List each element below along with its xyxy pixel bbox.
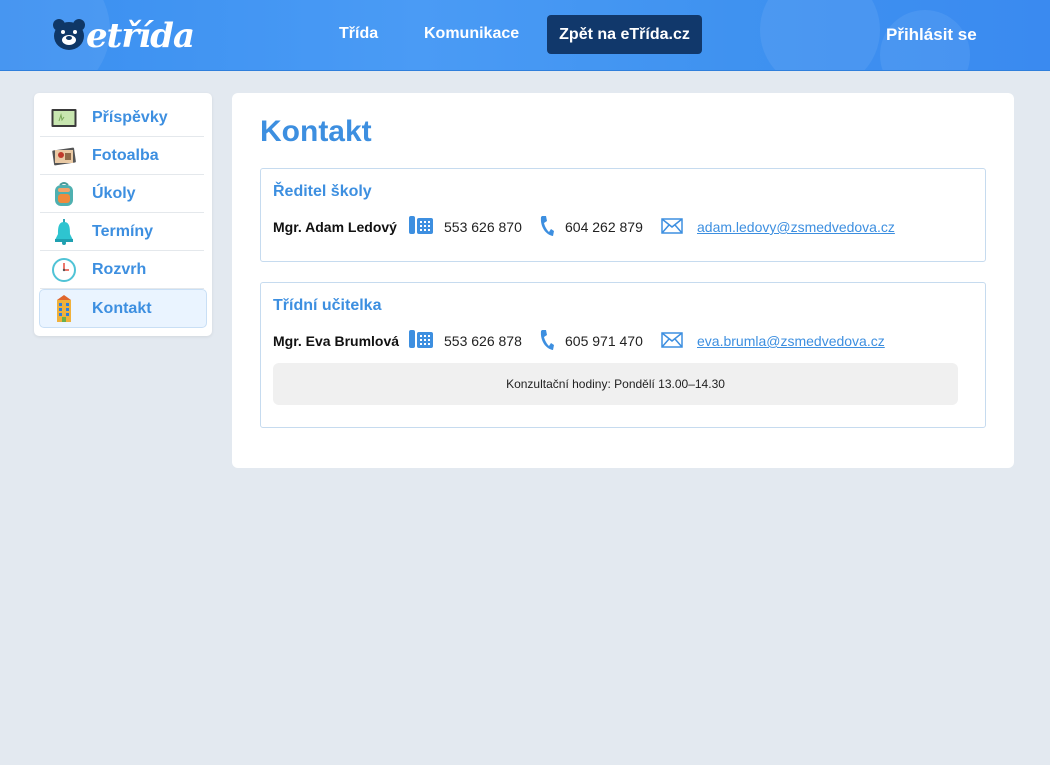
sidebar-item-label: Příspěvky (92, 108, 168, 126)
desk-phone-icon (409, 216, 433, 234)
contact-phone: 553 626 878 (444, 333, 522, 349)
sidebar-item-prispevky[interactable]: Příspěvky (40, 99, 204, 137)
main-content: Kontakt Ředitel školy Mgr. Adam Ledový 5… (232, 93, 1014, 468)
contact-role: Třídní učitelka (273, 297, 382, 314)
desk-phone-icon (409, 330, 433, 348)
consultation-hours-note: Konzultační hodiny: Pondělí 13.00–14.30 (273, 363, 958, 405)
contact-role: Ředitel školy (273, 183, 372, 200)
contact-row: Mgr. Eva Brumlová 553 626 878 605 971 47… (273, 329, 973, 353)
photo-album-icon (51, 143, 77, 169)
top-header: etřída Třída Komunikace Zpět na eTřída.c… (0, 0, 1050, 71)
bear-icon (53, 19, 85, 50)
page-title: Kontakt (260, 115, 372, 148)
header-decoration (760, 0, 880, 70)
contact-card-principal: Ředitel školy Mgr. Adam Ledový 553 626 8… (260, 168, 986, 262)
contact-mobile: 604 262 879 (565, 219, 643, 235)
school-building-icon (51, 294, 77, 322)
contact-phone: 553 626 870 (444, 219, 522, 235)
mail-icon (661, 218, 683, 234)
contact-mobile: 605 971 470 (565, 333, 643, 349)
contact-email-link[interactable]: eva.brumla@zsmedvedova.cz (697, 333, 885, 349)
bell-icon (51, 218, 77, 245)
back-to-etrida-button[interactable]: Zpět na eTřída.cz (547, 15, 702, 54)
sidebar-item-label: Termíny (92, 222, 154, 240)
nav-trida[interactable]: Třída (339, 24, 378, 44)
logo-text: etřída (86, 16, 195, 56)
contact-row: Mgr. Adam Ledový 553 626 870 604 262 879… (273, 215, 973, 239)
sidebar-item-terminy[interactable]: Termíny (40, 213, 204, 251)
login-link[interactable]: Přihlásit se (886, 25, 977, 45)
etrida-logo[interactable]: etřída (52, 14, 195, 58)
sidebar-item-fotoalba[interactable]: Fotoalba (40, 137, 204, 175)
sidebar-item-label: Úkoly (92, 184, 136, 202)
sidebar-item-label: Fotoalba (92, 146, 159, 164)
sidebar-item-label: Rozvrh (92, 260, 147, 278)
contact-name: Mgr. Eva Brumlová (273, 333, 400, 349)
clock-icon (51, 257, 77, 283)
mobile-phone-icon (540, 330, 554, 350)
mail-icon (661, 332, 683, 348)
contact-name: Mgr. Adam Ledový (273, 219, 397, 235)
sidebar-item-kontakt[interactable]: Kontakt (39, 289, 207, 328)
nav-komunikace[interactable]: Komunikace (424, 24, 519, 44)
contact-email-link[interactable]: adam.ledovy@zsmedvedova.cz (697, 219, 895, 235)
board-icon (51, 105, 77, 131)
sidebar-item-rozvrh[interactable]: Rozvrh (40, 251, 204, 289)
backpack-icon (51, 181, 77, 207)
contact-card-class-teacher: Třídní učitelka Mgr. Eva Brumlová 553 62… (260, 282, 986, 428)
sidebar-item-ukoly[interactable]: Úkoly (40, 175, 204, 213)
mobile-phone-icon (540, 216, 554, 236)
sidebar-item-label: Kontakt (92, 299, 152, 317)
sidebar: Příspěvky Fotoalba Úkoly Termíny Rozvrh … (34, 93, 212, 336)
